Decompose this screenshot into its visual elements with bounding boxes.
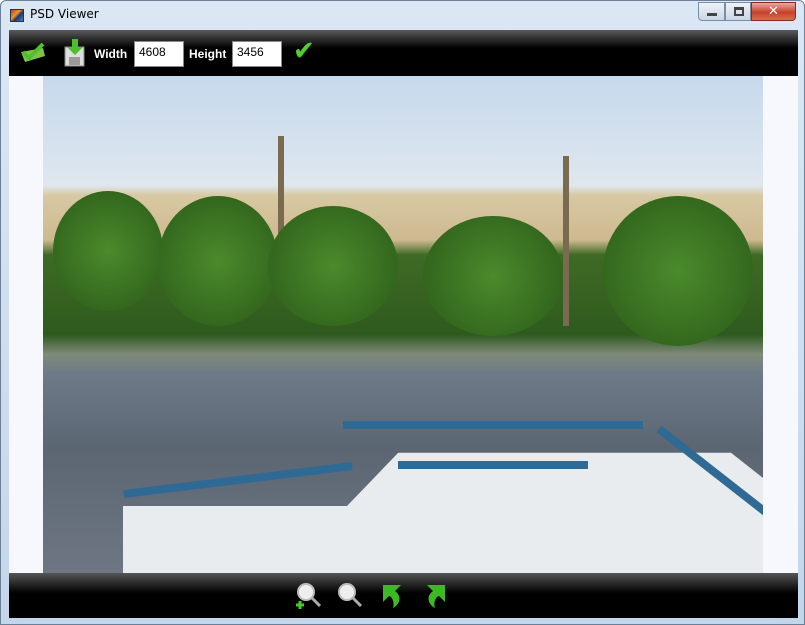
height-label: Height [189, 47, 227, 61]
window-title: PSD Viewer [30, 7, 99, 21]
save-button[interactable] [64, 39, 86, 67]
rotate-left-icon [383, 585, 401, 608]
zoom-in-button[interactable] [294, 581, 324, 611]
rotate-right-icon [427, 585, 445, 608]
zoom-in-icon [296, 583, 322, 609]
close-button[interactable]: ✕ [751, 2, 796, 21]
app-icon [10, 9, 24, 22]
bottom-toolbar [9, 573, 798, 618]
maximize-button[interactable] [725, 2, 751, 21]
width-input[interactable]: 4608 [134, 41, 184, 67]
folder-check-icon [21, 42, 45, 62]
save-download-icon [64, 39, 85, 67]
image-viewport[interactable] [9, 76, 798, 573]
toolbar: Width 4608 Height 3456 ✔ [9, 30, 798, 76]
apply-button[interactable]: ✔ [293, 36, 315, 66]
open-folder-button[interactable] [19, 42, 49, 64]
width-label: Width [94, 47, 128, 61]
minimize-icon [707, 13, 717, 16]
maximize-icon [734, 7, 744, 16]
close-icon: ✕ [768, 4, 779, 19]
zoom-out-button[interactable] [335, 581, 365, 611]
title-bar: PSD Viewer ✕ [1, 1, 804, 30]
rotate-left-button[interactable] [381, 583, 405, 609]
image-preview [43, 76, 763, 573]
height-input[interactable]: 3456 [232, 41, 282, 67]
rotate-right-button[interactable] [423, 583, 447, 609]
minimize-button[interactable] [698, 2, 725, 21]
zoom-out-icon [338, 583, 363, 608]
app-window: PSD Viewer ✕ Width 4608 Height 3456 ✔ [0, 0, 805, 625]
